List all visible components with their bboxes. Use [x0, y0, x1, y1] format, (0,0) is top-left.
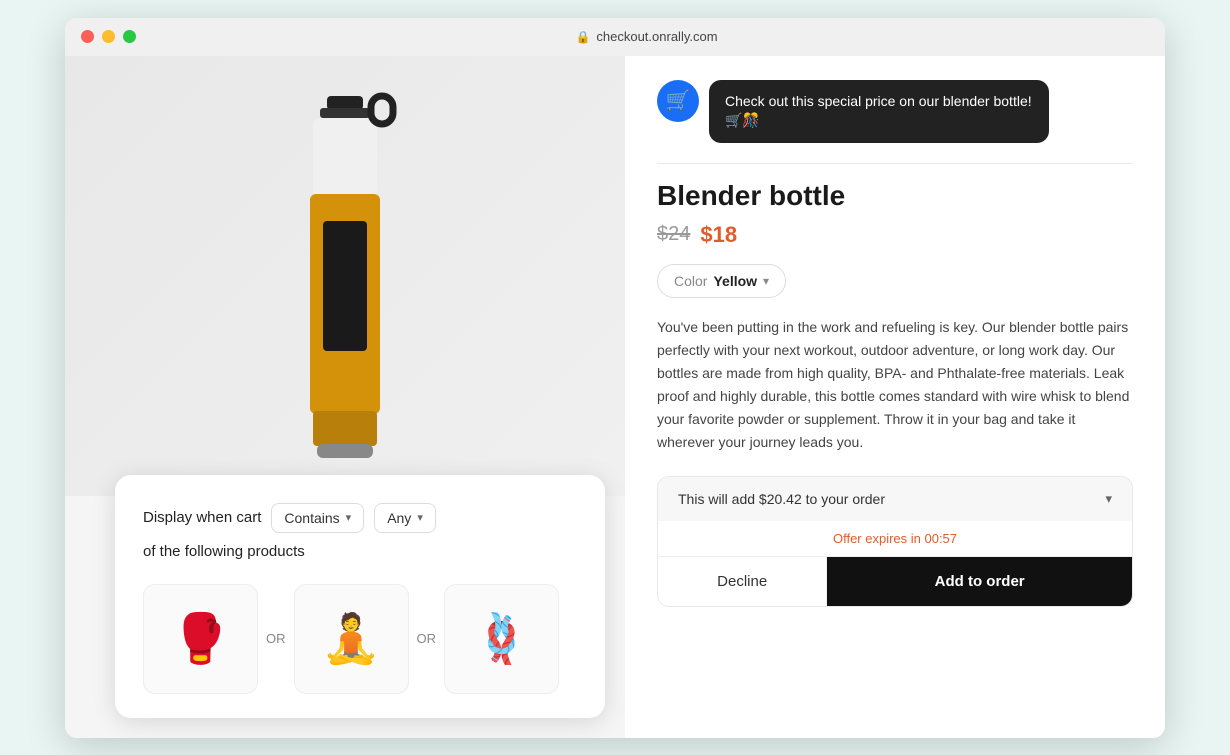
minimize-button[interactable] — [102, 30, 115, 43]
add-to-order-button[interactable]: Add to order — [827, 557, 1132, 606]
quantity-chevron: ▾ — [417, 511, 423, 524]
left-panel: Display when cart Contains ▾ Any ▾ of th… — [65, 56, 625, 738]
contains-value: Contains — [284, 510, 339, 526]
browser-window: 🔒 checkout.onrally.com — [65, 18, 1165, 738]
url-bar: 🔒 checkout.onrally.com — [144, 29, 1149, 44]
chat-avatar: 🛒 — [657, 80, 699, 122]
order-summary-header[interactable]: This will add $20.42 to your order ▾ — [658, 477, 1132, 521]
order-actions: Decline Add to order — [658, 557, 1132, 606]
cart-display-label: Display when cart — [143, 509, 261, 526]
color-selector[interactable]: Color Yellow ▾ — [657, 264, 786, 298]
product-image — [255, 76, 435, 476]
product-image-area — [65, 56, 625, 496]
cart-condition-row: Display when cart Contains ▾ Any ▾ of th… — [143, 503, 577, 560]
color-value: Yellow — [713, 273, 757, 289]
contains-dropdown[interactable]: Contains ▾ — [271, 503, 364, 533]
order-summary-text: This will add $20.42 to your order — [678, 491, 885, 507]
color-label: Color — [674, 273, 707, 289]
lock-icon: 🔒 — [575, 30, 590, 44]
decline-button[interactable]: Decline — [658, 557, 827, 606]
order-expiry: Offer expires in 00:57 — [658, 521, 1132, 557]
divider-top — [657, 163, 1133, 164]
product-chip-gloves: 🥊 — [143, 584, 258, 694]
url-text: checkout.onrally.com — [596, 29, 717, 44]
cart-display-panel: Display when cart Contains ▾ Any ▾ of th… — [115, 475, 605, 718]
browser-bar: 🔒 checkout.onrally.com — [65, 18, 1165, 56]
or-label-2: OR — [417, 631, 437, 646]
quantity-value: Any — [387, 510, 411, 526]
price-sale: $18 — [700, 222, 737, 248]
contains-chevron: ▾ — [346, 511, 352, 524]
or-label-1: OR — [266, 631, 286, 646]
price-original: $24 — [657, 223, 690, 246]
cart-suffix: of the following products — [143, 543, 305, 560]
order-summary-box: This will add $20.42 to your order ▾ Off… — [657, 476, 1133, 607]
order-summary-chevron-icon: ▾ — [1105, 491, 1112, 507]
chat-message: Check out this special price on our blen… — [709, 80, 1049, 143]
product-chips-row: 🥊 OR 🧘 OR 🪢 — [143, 584, 577, 694]
price-row: $24 $18 — [657, 222, 1133, 248]
product-description: You've been putting in the work and refu… — [657, 316, 1133, 455]
maximize-button[interactable] — [123, 30, 136, 43]
quantity-dropdown[interactable]: Any ▾ — [374, 503, 436, 533]
chat-avatar-icon: 🛒 — [666, 88, 691, 113]
product-title: Blender bottle — [657, 180, 1133, 212]
right-panel: 🛒 Check out this special price on our bl… — [625, 56, 1165, 738]
product-chip-rope: 🪢 — [444, 584, 559, 694]
browser-content: Display when cart Contains ▾ Any ▾ of th… — [65, 56, 1165, 738]
product-chip-mat: 🧘 — [294, 584, 409, 694]
color-chevron-icon: ▾ — [763, 274, 769, 288]
close-button[interactable] — [81, 30, 94, 43]
chat-bubble: 🛒 Check out this special price on our bl… — [657, 80, 1133, 143]
